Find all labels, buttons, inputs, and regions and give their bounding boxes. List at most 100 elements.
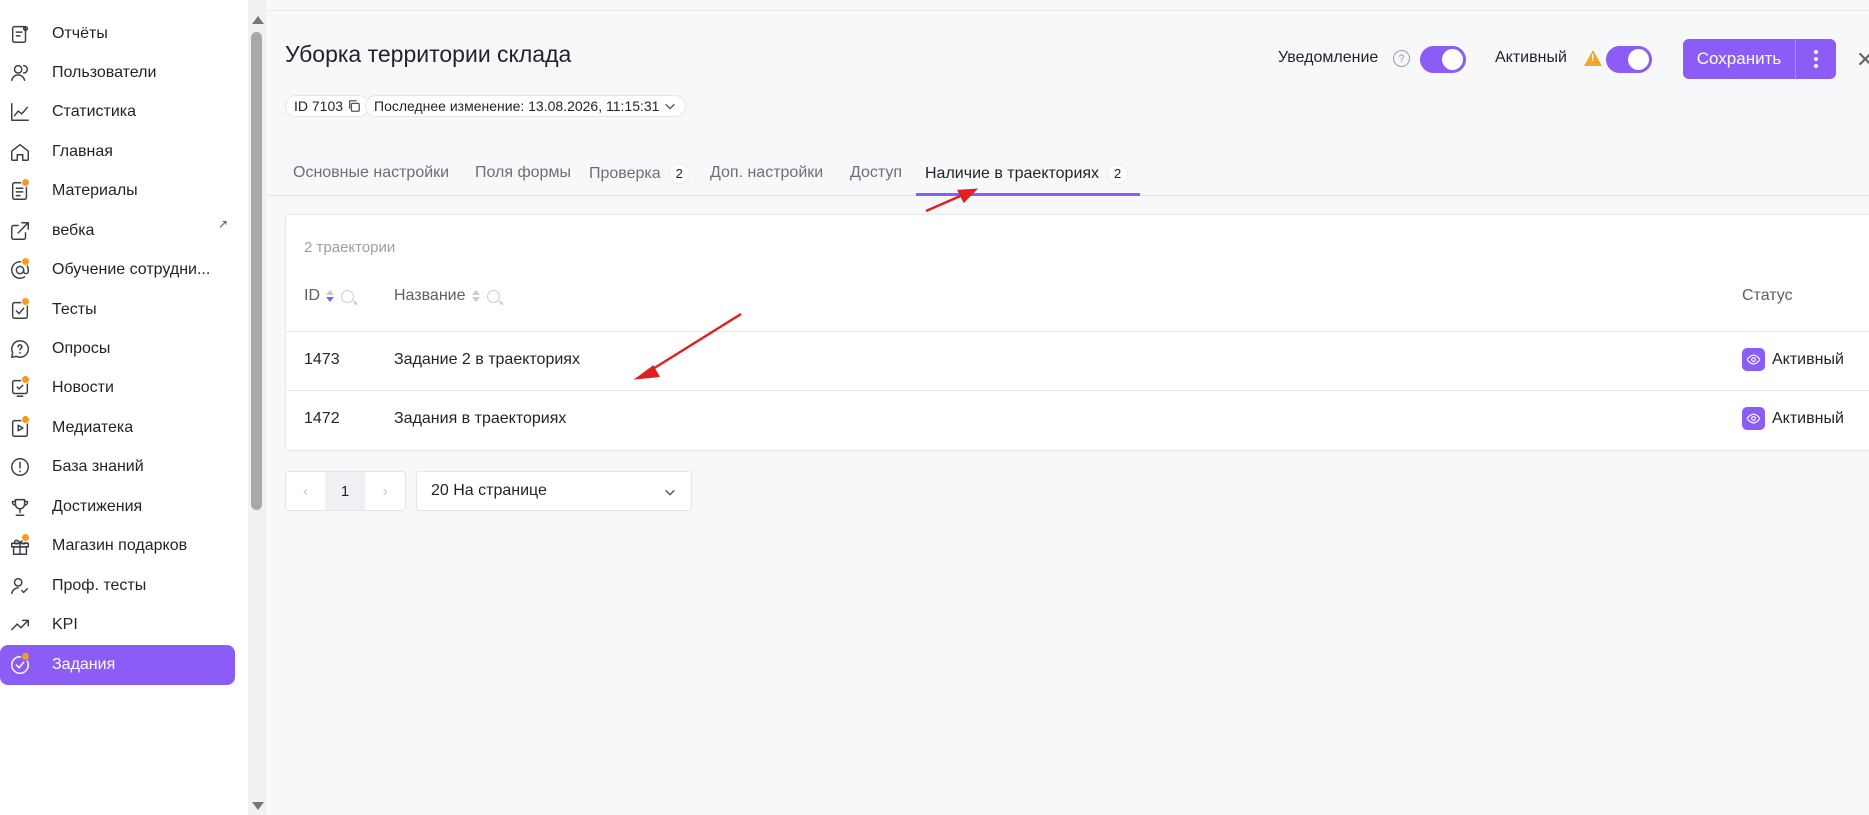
save-button[interactable]: Сохранить <box>1683 39 1795 79</box>
scrollbar-thumb[interactable] <box>251 32 262 510</box>
eye-icon[interactable] <box>1742 407 1765 430</box>
sidebar-item-knowledge-base[interactable]: База знаний <box>0 447 236 487</box>
sidebar-item-statistics[interactable]: Статистика <box>0 92 236 132</box>
row-name[interactable]: Задание 2 в траекториях <box>394 351 580 369</box>
search-icon[interactable] <box>486 289 500 303</box>
tab-form-fields[interactable]: Поля формы <box>475 164 571 182</box>
id-label: ID 7103 <box>294 98 344 114</box>
sidebar-item-kpi[interactable]: KPI <box>0 605 236 645</box>
sidebar-item-media[interactable]: Медиатека <box>0 408 236 448</box>
table-row[interactable]: 1472 Задания в траекториях Активный <box>286 391 1869 450</box>
tab-trajectories[interactable]: Наличие в траекториях 2 <box>925 164 1129 184</box>
sidebar-item-label: Достижения <box>52 498 143 515</box>
notification-dot <box>21 415 30 424</box>
sort-icon[interactable] <box>326 290 334 302</box>
trajectories-table: 2 траектории ID Название Статус 1473 Зад… <box>285 214 1869 451</box>
chevron-down-icon <box>665 489 675 496</box>
more-options-button[interactable] <box>1795 39 1836 79</box>
active-tab-indicator <box>916 193 1140 196</box>
sidebar-item-training[interactable]: Обучение сотрудни... <box>0 250 236 290</box>
sidebar-item-users[interactable]: Пользователи <box>0 53 236 93</box>
close-icon[interactable]: ✕ <box>1856 47 1869 73</box>
column-header-id[interactable]: ID <box>304 287 354 305</box>
sidebar-item-label: Пользователи <box>52 64 157 81</box>
eye-icon[interactable] <box>1742 348 1765 371</box>
sidebar-item-label: Тесты <box>52 301 97 318</box>
copy-icon[interactable] <box>347 99 361 113</box>
sidebar-item-prof-tests[interactable]: Проф. тесты <box>0 566 236 606</box>
sidebar-item-label: Материалы <box>52 182 138 199</box>
notification-dot <box>21 533 30 542</box>
sidebar-item-label: Опросы <box>52 340 111 357</box>
sidebar-item-label: Задания <box>52 656 116 673</box>
table-row[interactable]: 1473 Задание 2 в траекториях Активный <box>286 332 1869 391</box>
id-chip[interactable]: ID 7103 <box>285 95 371 117</box>
last-changed-chip[interactable]: Последнее изменение: 13.08.2026, 11:15:3… <box>365 95 687 117</box>
scroll-up-arrow-icon[interactable] <box>252 16 264 24</box>
sidebar-item-label: База знаний <box>52 458 144 475</box>
sidebar-item-label: Медиатека <box>52 419 134 436</box>
tab-badge: 2 <box>668 164 690 184</box>
page-size-select[interactable]: 20 На странице <box>416 471 692 511</box>
external-link-icon <box>8 219 32 243</box>
app-root: Отчёты Пользователи Статистика Главная М… <box>0 0 1869 815</box>
survey-icon <box>8 337 32 361</box>
external-arrow-icon: ↗ <box>217 217 228 231</box>
sidebar-item-label: Главная <box>52 143 113 160</box>
row-name[interactable]: Задания в траекториях <box>394 410 566 428</box>
last-changed-label: Последнее изменение: 13.08.2026, 11:15:3… <box>374 98 660 114</box>
notification-dot <box>21 297 30 306</box>
tab-access[interactable]: Доступ <box>850 164 902 182</box>
sidebar-item-materials[interactable]: Материалы <box>0 171 236 211</box>
sidebar: Отчёты Пользователи Статистика Главная М… <box>0 0 248 815</box>
sidebar-item-news[interactable]: Новости <box>0 368 236 408</box>
tabs-bar: Основные настройки Поля формы Проверка 2 … <box>267 154 1869 196</box>
sidebar-item-home[interactable]: Главная <box>0 132 236 172</box>
home-icon <box>8 140 32 164</box>
sidebar-item-label: KPI <box>52 616 78 633</box>
active-toggle[interactable] <box>1606 46 1652 73</box>
tab-main-settings[interactable]: Основные настройки <box>293 164 449 182</box>
sidebar-item-webka[interactable]: вебка ↗ <box>0 211 236 251</box>
users-icon <box>8 61 32 85</box>
sidebar-item-surveys[interactable]: Опросы <box>0 329 236 369</box>
chevron-down-icon <box>665 103 676 110</box>
row-status: Активный <box>1772 410 1844 427</box>
row-status: Активный <box>1772 351 1844 368</box>
report-icon <box>8 22 32 46</box>
prof-test-icon <box>8 574 32 598</box>
tab-extra-settings[interactable]: Доп. настройки <box>710 164 823 182</box>
sort-icon[interactable] <box>471 290 480 302</box>
notification-dot <box>21 178 30 187</box>
sidebar-item-tasks[interactable]: Задания <box>0 645 235 685</box>
prev-page-button[interactable]: ‹ <box>285 471 326 511</box>
sidebar-item-gift-shop[interactable]: Магазин подарков <box>0 526 236 566</box>
sidebar-item-label: Отчёты <box>52 25 108 42</box>
results-count: 2 траектории <box>304 239 396 256</box>
knowledge-icon <box>8 455 32 479</box>
row-id: 1473 <box>304 351 340 368</box>
notification-toggle[interactable] <box>1420 46 1466 73</box>
sidebar-item-label: Новости <box>52 379 114 396</box>
sidebar-item-reports[interactable]: Отчёты <box>0 14 236 54</box>
tab-review[interactable]: Проверка 2 <box>589 164 690 184</box>
warning-icon: ! <box>1584 50 1602 66</box>
trophy-icon <box>8 495 32 519</box>
sidebar-item-tests[interactable]: Тесты <box>0 290 236 330</box>
search-icon[interactable] <box>341 289 354 303</box>
row-id: 1472 <box>304 410 340 427</box>
sidebar-item-label: вебка <box>52 222 95 239</box>
notification-dot <box>21 375 30 384</box>
sidebar-item-label: Статистика <box>52 103 137 120</box>
trend-icon <box>8 613 32 637</box>
sidebar-item-label: Обучение сотрудни... <box>52 261 211 278</box>
next-page-button[interactable]: › <box>365 471 406 511</box>
sidebar-item-achievements[interactable]: Достижения <box>0 487 236 527</box>
notification-label: Уведомление <box>1278 49 1379 66</box>
tab-badge: 2 <box>1107 164 1129 184</box>
help-icon[interactable]: ? <box>1393 50 1410 67</box>
scroll-down-arrow-icon[interactable] <box>252 802 264 810</box>
notification-dot <box>21 652 30 661</box>
page-1-button[interactable]: 1 <box>325 471 366 511</box>
column-header-name[interactable]: Название <box>394 287 500 305</box>
